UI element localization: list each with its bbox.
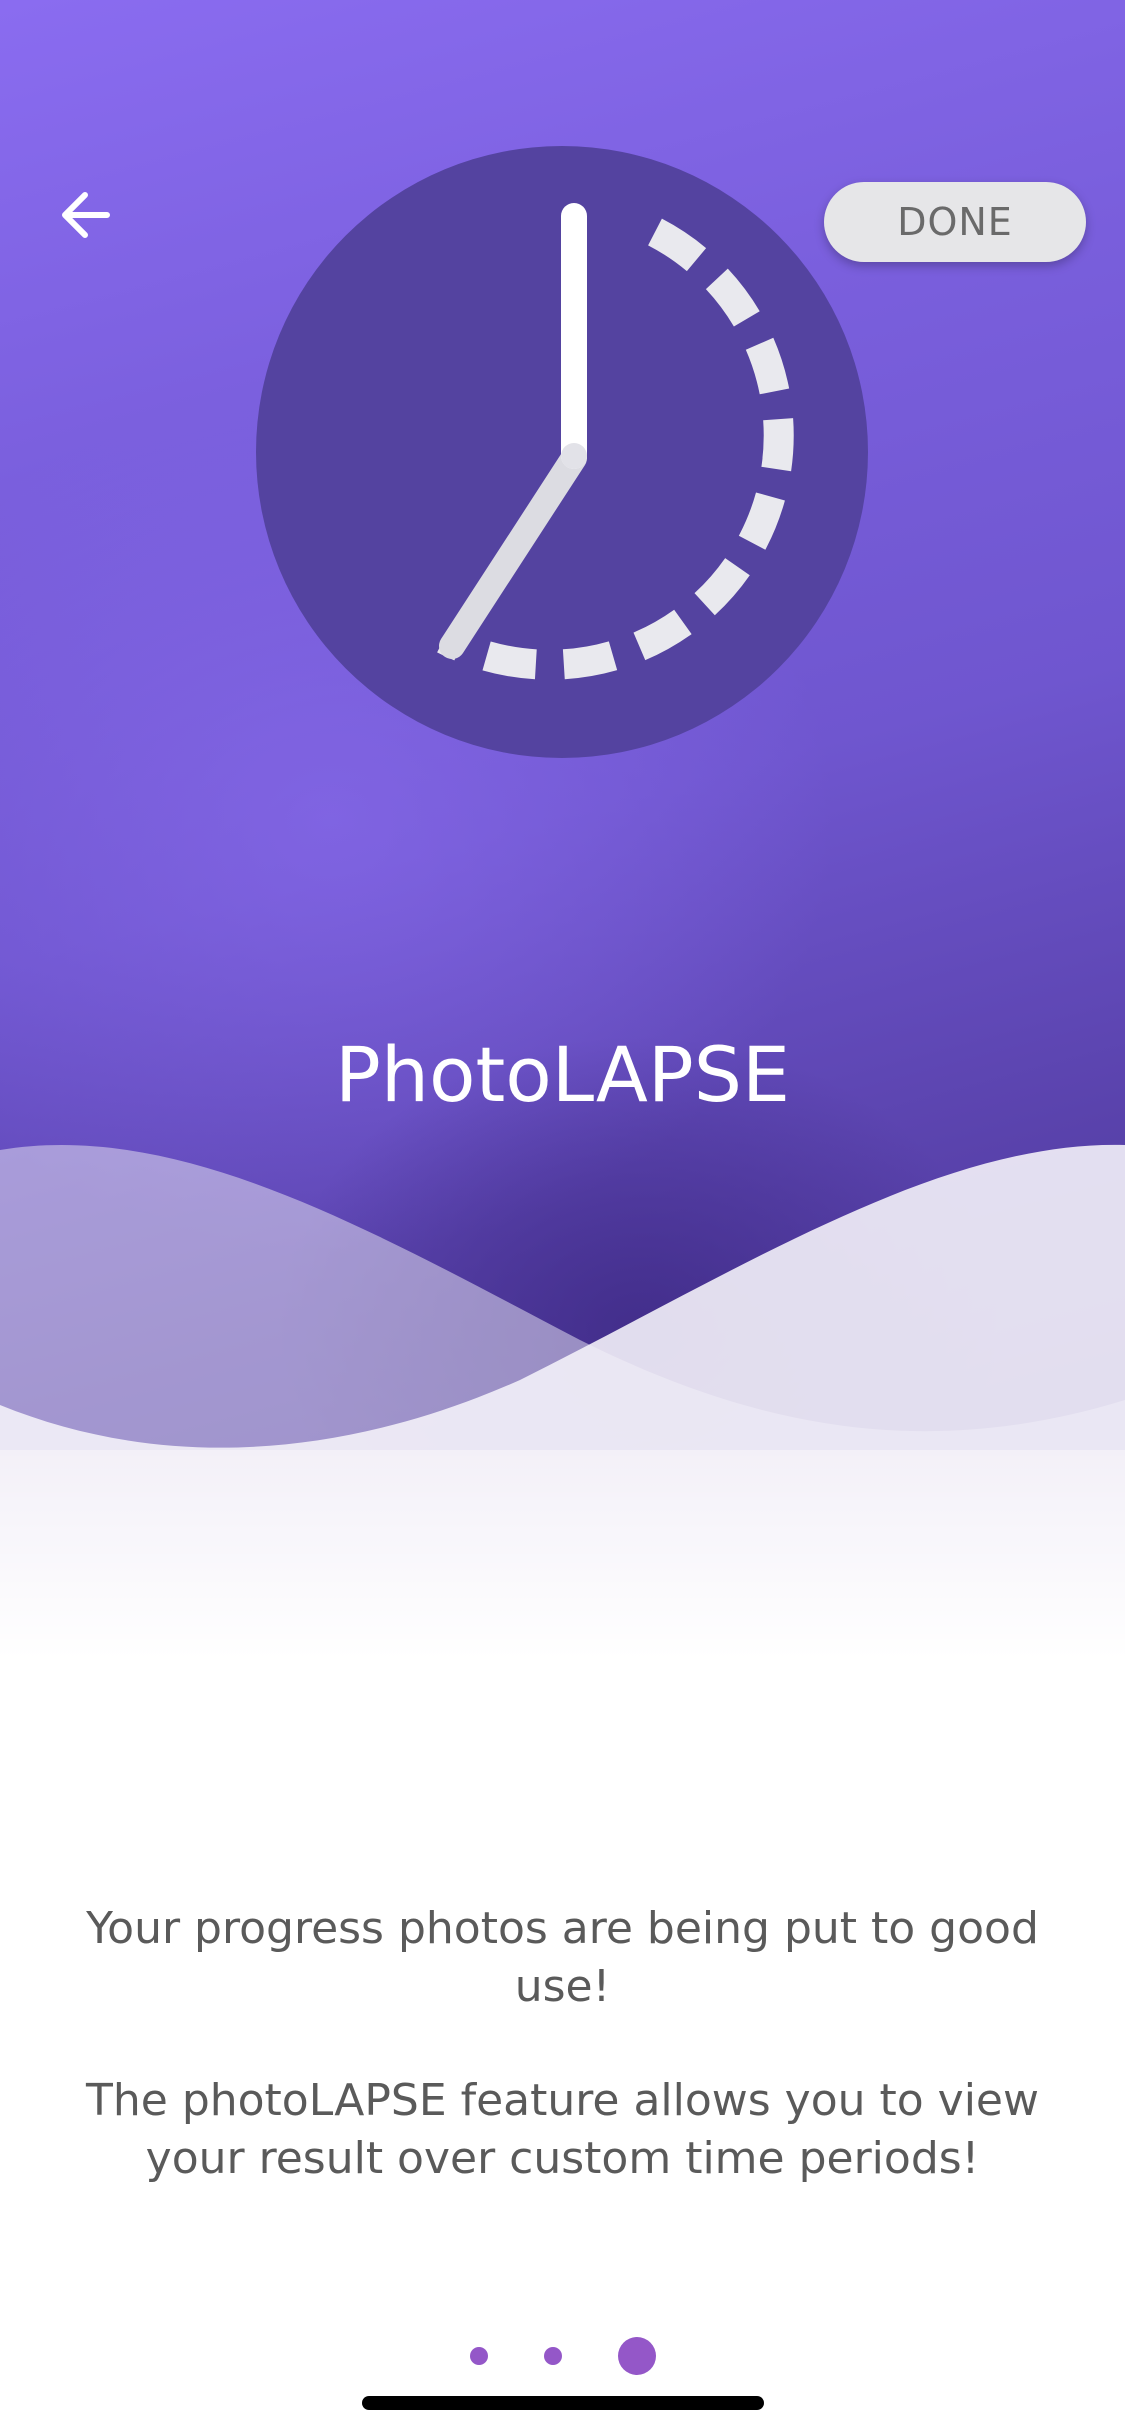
onboarding-screen: DONE PhotoLAPSE Your progress photos are… [0, 0, 1125, 2436]
description: Your progress photos are being put to go… [80, 1900, 1045, 2188]
page-indicator [0, 2336, 1125, 2376]
page-dot-3-active[interactable] [617, 2337, 656, 2375]
wave-divider [0, 1100, 1125, 1660]
arrow-left-icon [62, 192, 110, 238]
description-paragraph-2: The photoLAPSE feature allows you to vie… [86, 2075, 1039, 2184]
description-paragraph-1: Your progress photos are being put to go… [86, 1903, 1039, 2012]
page-dot-1[interactable] [469, 2347, 488, 2365]
clock-icon [256, 146, 868, 758]
back-button[interactable] [50, 180, 120, 250]
done-button[interactable]: DONE [824, 182, 1086, 262]
page-dot-2[interactable] [543, 2347, 562, 2365]
home-indicator[interactable] [362, 2396, 764, 2410]
